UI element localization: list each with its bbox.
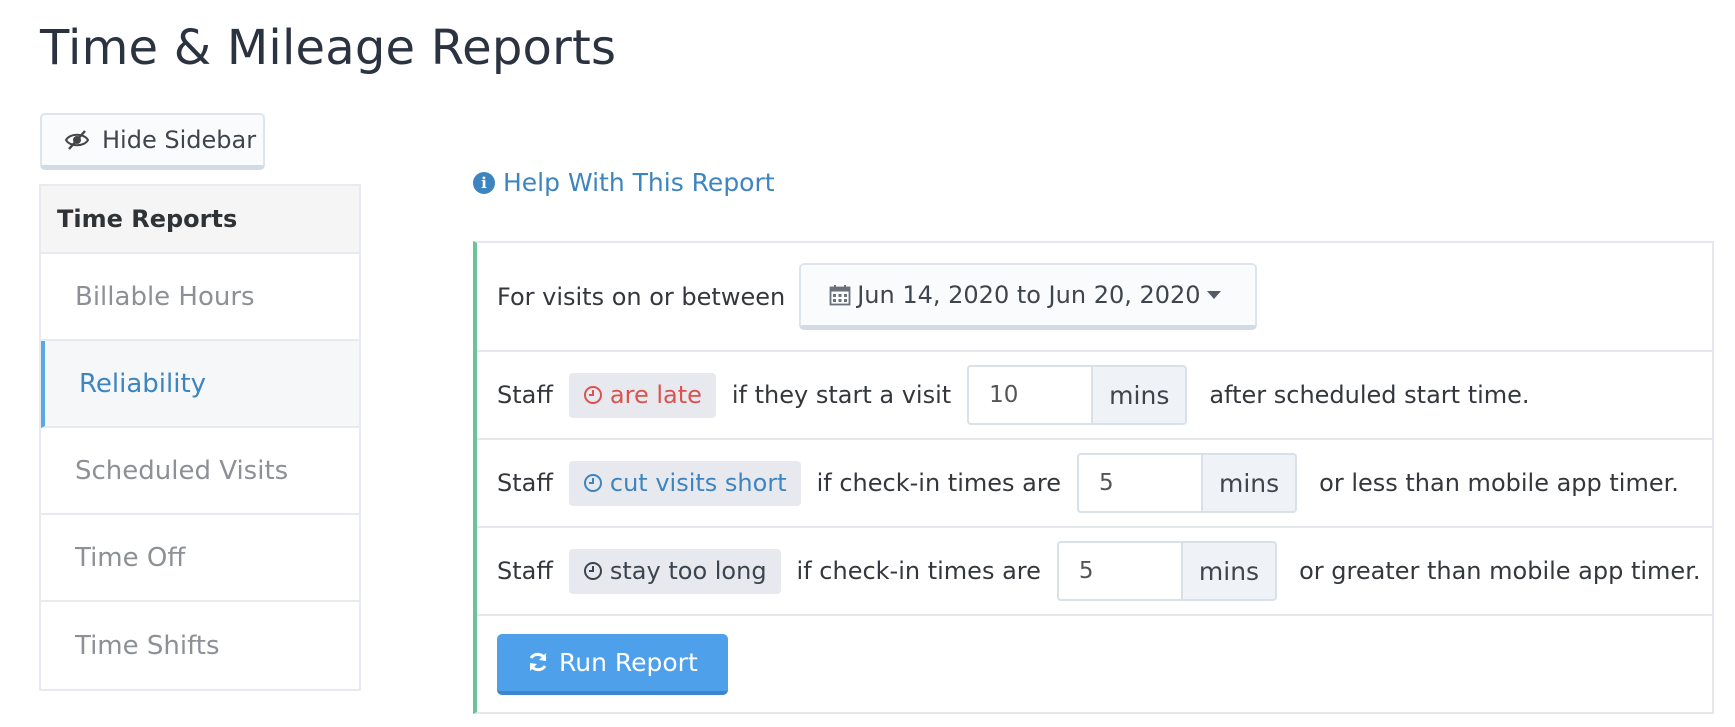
chevron-down-icon — [1206, 291, 1221, 299]
short-minutes-input[interactable] — [1076, 453, 1201, 513]
late-badge: are late — [568, 372, 716, 418]
late-minutes-unit: mins — [1091, 365, 1188, 425]
long-minutes-input[interactable] — [1056, 541, 1181, 601]
hide-sidebar-button[interactable]: Hide Sidebar — [40, 113, 265, 170]
late-rule-row: Staff are late if they start a visit min… — [477, 352, 1712, 440]
date-range-picker[interactable]: Jun 14, 2020 to Jun 20, 2020 — [799, 263, 1257, 330]
clock-icon — [583, 386, 602, 404]
long-badge-label: stay too long — [609, 557, 767, 585]
staff-label: Staff — [497, 469, 553, 497]
sidebar-item-billable-hours[interactable]: Billable Hours — [41, 254, 359, 341]
run-report-button[interactable]: Run Report — [497, 633, 728, 695]
page-title: Time & Mileage Reports — [40, 20, 617, 76]
help-link[interactable]: i Help With This Report — [473, 168, 775, 197]
short-badge: cut visits short — [568, 460, 801, 506]
clock-icon — [583, 474, 602, 492]
late-condition-text: if they start a visit — [731, 381, 952, 409]
short-minutes-group: mins — [1076, 453, 1298, 513]
help-link-label: Help With This Report — [503, 168, 775, 197]
late-minutes-group: mins — [967, 365, 1188, 425]
long-suffix-text: or greater than mobile app timer. — [1299, 557, 1701, 585]
short-minutes-unit: mins — [1200, 453, 1298, 513]
late-minutes-input[interactable] — [967, 365, 1092, 425]
late-suffix-text: after scheduled start time. — [1209, 381, 1530, 409]
date-range-row: For visits on or between Jun 14, 2020 to… — [477, 243, 1712, 352]
short-condition-text: if check-in times are — [816, 469, 1061, 497]
sidebar-item-scheduled-visits[interactable]: Scheduled Visits — [41, 428, 359, 515]
report-panel: For visits on or between Jun 14, 2020 to… — [473, 241, 1714, 714]
refresh-icon — [529, 652, 547, 672]
clock-icon — [583, 562, 602, 580]
run-row: Run Report — [477, 616, 1712, 712]
short-badge-label: cut visits short — [609, 469, 787, 497]
run-report-label: Run Report — [559, 647, 698, 677]
short-suffix-text: or less than mobile app timer. — [1319, 469, 1679, 497]
eye-slash-icon — [64, 130, 90, 150]
date-range-label: For visits on or between — [497, 282, 786, 311]
long-condition-text: if check-in times are — [796, 557, 1041, 585]
short-rule-row: Staff cut visits short if check-in times… — [477, 440, 1712, 528]
late-badge-label: are late — [609, 381, 702, 409]
hide-sidebar-label: Hide Sidebar — [102, 126, 257, 154]
calendar-icon — [829, 285, 851, 306]
staff-label: Staff — [497, 557, 553, 585]
sidebar-header: Time Reports — [41, 186, 359, 254]
long-badge: stay too long — [568, 548, 781, 594]
sidebar-item-time-off[interactable]: Time Off — [41, 515, 359, 602]
long-minutes-unit: mins — [1180, 541, 1278, 601]
long-minutes-group: mins — [1056, 541, 1278, 601]
staff-label: Staff — [497, 381, 553, 409]
report-sidebar: Time Reports Billable Hours Reliability … — [39, 184, 361, 691]
info-icon: i — [473, 171, 495, 194]
sidebar-item-time-shifts[interactable]: Time Shifts — [41, 602, 359, 689]
sidebar-item-reliability[interactable]: Reliability — [41, 341, 359, 428]
date-range-value: Jun 14, 2020 to Jun 20, 2020 — [857, 281, 1201, 309]
long-rule-row: Staff stay too long if check-in times ar… — [477, 528, 1712, 616]
